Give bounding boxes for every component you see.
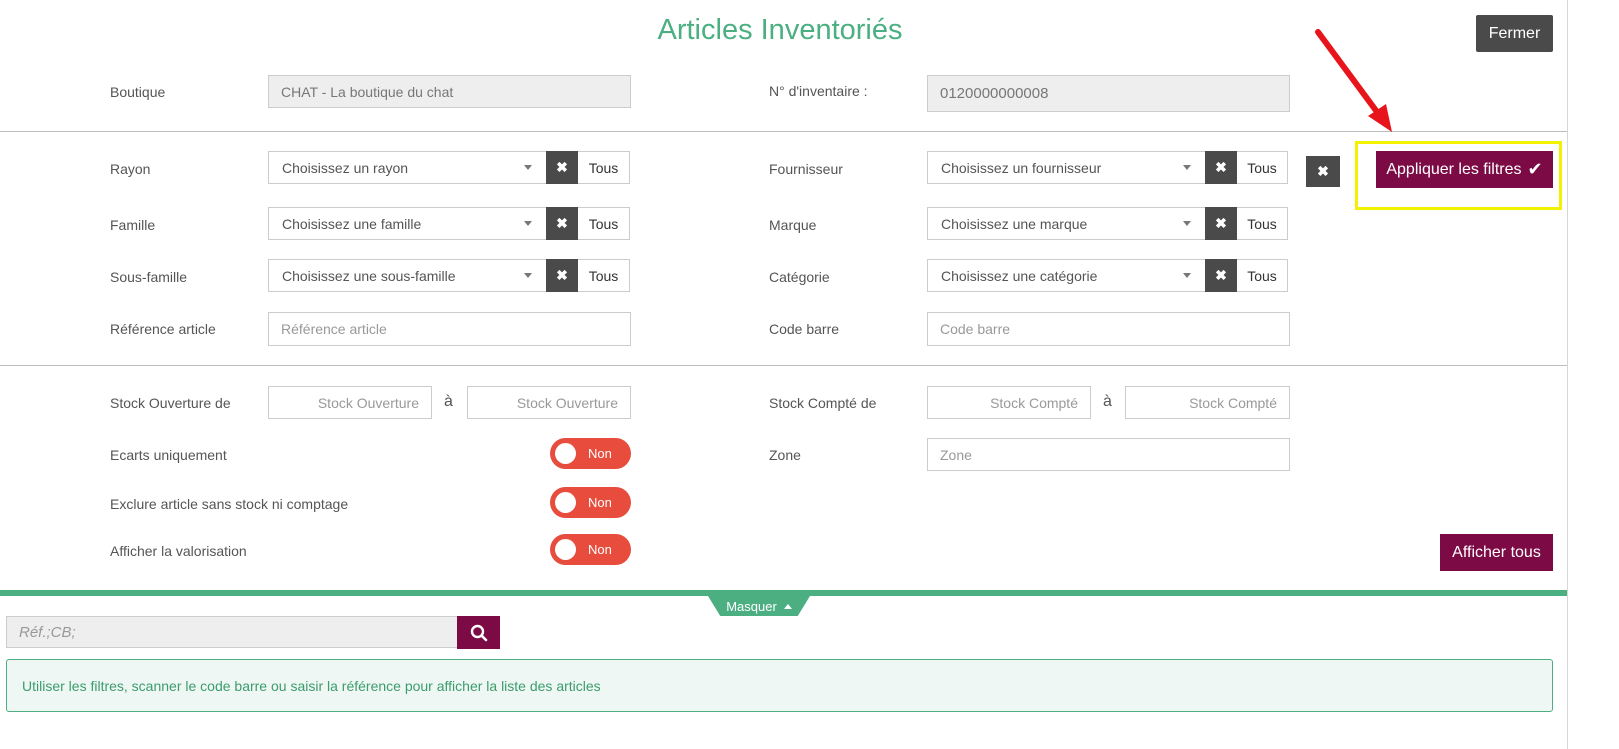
close-icon: ✖	[556, 159, 568, 175]
hide-filters-button[interactable]: Masquer	[708, 596, 810, 616]
tous-famille-button[interactable]: Tous	[578, 207, 630, 240]
fournisseur-select-value: Choisissez un fournisseur	[941, 159, 1102, 176]
ecarts-toggle-value: Non	[588, 446, 612, 461]
stock-ouverture-label: Stock Ouverture de	[110, 395, 231, 411]
code-barre-label: Code barre	[769, 321, 840, 337]
rayon-select-value: Choisissez un rayon	[282, 159, 409, 176]
clear-rayon-button[interactable]: ✖	[546, 151, 578, 184]
search-button[interactable]	[457, 616, 500, 649]
close-icon: ✖	[556, 215, 568, 231]
range-separator: à	[444, 393, 453, 410]
famille-select-value: Choisissez une famille	[282, 215, 422, 232]
close-icon: ✖	[556, 267, 568, 283]
stock-compte-max-input[interactable]: Stock Compté	[1125, 386, 1290, 419]
valorisation-toggle[interactable]: Non	[550, 534, 631, 565]
clear-sous-famille-button[interactable]: ✖	[546, 259, 578, 292]
valorisation-label: Afficher la valorisation	[110, 543, 247, 559]
famille-select[interactable]: Choisissez une famille	[268, 207, 547, 240]
info-message: Utiliser les filtres, scanner le code ba…	[6, 659, 1553, 712]
clear-marque-button[interactable]: ✖	[1205, 207, 1237, 240]
search-input[interactable]: Réf.;CB;	[6, 616, 458, 648]
tous-marque-button[interactable]: Tous	[1237, 207, 1288, 240]
tous-fournisseur-button[interactable]: Tous	[1237, 151, 1288, 184]
check-icon: ✔	[1527, 159, 1543, 179]
close-button[interactable]: Fermer	[1476, 15, 1553, 52]
code-barre-input[interactable]: Code barre	[927, 312, 1290, 346]
sous-famille-select[interactable]: Choisissez une sous-famille	[268, 259, 547, 292]
clear-famille-button[interactable]: ✖	[546, 207, 578, 240]
close-icon: ✖	[1215, 215, 1227, 231]
collapse-bar	[0, 590, 1568, 596]
close-icon: ✖	[1317, 163, 1329, 179]
marque-select-value: Choisissez une marque	[941, 215, 1088, 232]
exclure-toggle-value: Non	[588, 495, 612, 510]
valorisation-toggle-value: Non	[588, 542, 612, 557]
marque-select[interactable]: Choisissez une marque	[927, 207, 1206, 240]
sous-famille-label: Sous-famille	[110, 269, 188, 285]
fournisseur-select[interactable]: Choisissez un fournisseur	[927, 151, 1206, 184]
reference-label: Référence article	[110, 321, 216, 337]
stock-ouverture-max-input[interactable]: Stock Ouverture	[467, 386, 631, 419]
search-icon	[470, 624, 487, 641]
annotation-arrow	[1315, 29, 1392, 132]
inventaire-field: 0120000000008	[927, 75, 1290, 112]
range-separator: à	[1103, 393, 1112, 410]
scrollbar-edge	[1567, 0, 1568, 749]
toggle-knob	[555, 539, 576, 560]
tous-sous-famille-button[interactable]: Tous	[578, 259, 630, 292]
ecarts-toggle[interactable]: Non	[550, 438, 631, 469]
chevron-down-icon	[524, 273, 532, 278]
boutique-field: CHAT - La boutique du chat	[268, 75, 631, 108]
rayon-label: Rayon	[110, 161, 151, 177]
stock-ouverture-min-input[interactable]: Stock Ouverture	[268, 386, 432, 419]
apply-filters-button[interactable]: Appliquer les filtres ✔	[1376, 151, 1553, 188]
toggle-knob	[555, 443, 576, 464]
famille-label: Famille	[110, 217, 156, 233]
clear-categorie-button[interactable]: ✖	[1205, 259, 1237, 292]
show-all-button[interactable]: Afficher tous	[1440, 534, 1553, 571]
chevron-down-icon	[1183, 273, 1191, 278]
zone-input[interactable]: Zone	[927, 438, 1290, 471]
clear-fournisseur-button[interactable]: ✖	[1205, 151, 1237, 184]
tous-categorie-button[interactable]: Tous	[1237, 259, 1288, 292]
zone-label: Zone	[769, 447, 801, 463]
categorie-select-value: Choisissez une catégorie	[941, 267, 1098, 284]
inventaire-label: N° d'inventaire :	[769, 83, 868, 99]
marque-label: Marque	[769, 217, 817, 233]
categorie-label: Catégorie	[769, 269, 830, 285]
chevron-up-icon	[783, 603, 792, 609]
categorie-select[interactable]: Choisissez une catégorie	[927, 259, 1206, 292]
stock-compte-label: Stock Compté de	[769, 395, 877, 411]
exclure-toggle[interactable]: Non	[550, 487, 631, 518]
fournisseur-label: Fournisseur	[769, 161, 843, 177]
divider	[0, 365, 1568, 366]
chevron-down-icon	[1183, 165, 1191, 170]
boutique-label: Boutique	[110, 84, 166, 100]
chevron-down-icon	[524, 221, 532, 226]
sous-famille-select-value: Choisissez une sous-famille	[282, 267, 456, 284]
ecarts-label: Ecarts uniquement	[110, 447, 227, 463]
stock-compte-min-input[interactable]: Stock Compté	[927, 386, 1091, 419]
apply-filters-label: Appliquer les filtres	[1386, 160, 1522, 178]
rayon-select[interactable]: Choisissez un rayon	[268, 151, 547, 184]
close-icon: ✖	[1215, 267, 1227, 283]
toggle-knob	[555, 492, 576, 513]
reference-input[interactable]: Référence article	[268, 312, 631, 346]
close-icon: ✖	[1215, 159, 1227, 175]
hide-filters-label: Masquer	[726, 598, 777, 614]
chevron-down-icon	[524, 165, 532, 170]
tous-rayon-button[interactable]: Tous	[578, 151, 630, 184]
exclure-label: Exclure article sans stock ni comptage	[110, 496, 349, 512]
chevron-down-icon	[1183, 221, 1191, 226]
clear-filters-button[interactable]: ✖	[1306, 156, 1340, 187]
